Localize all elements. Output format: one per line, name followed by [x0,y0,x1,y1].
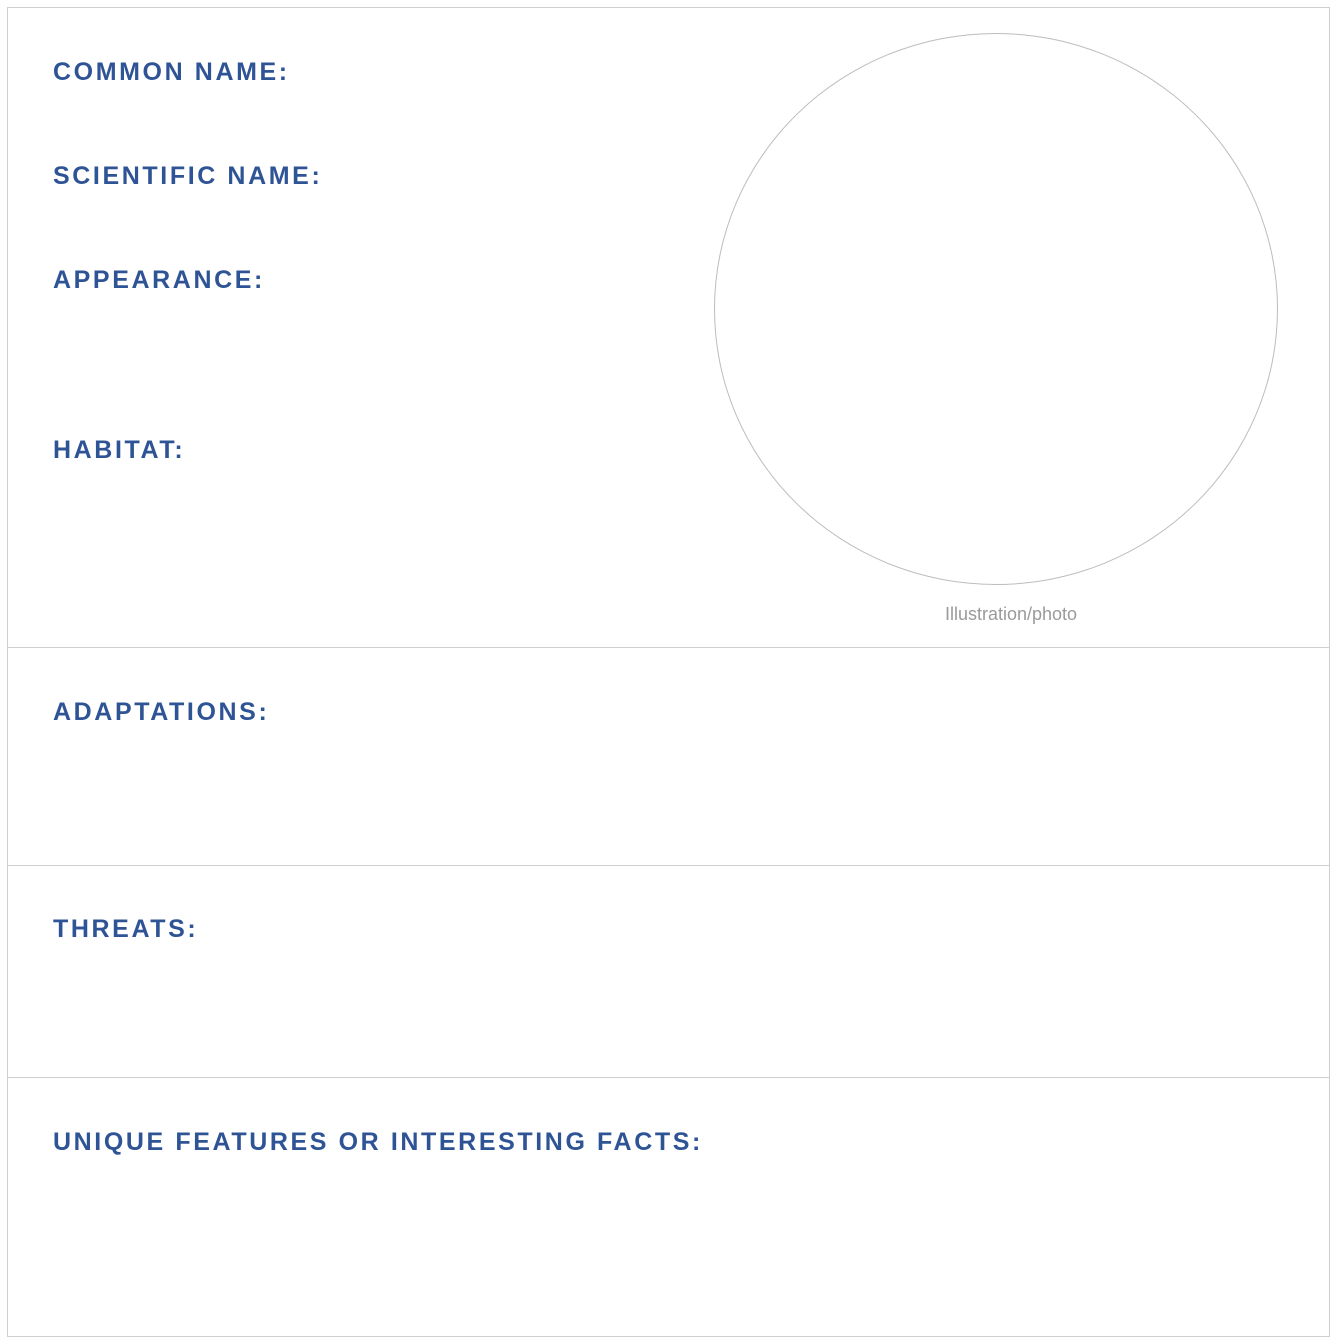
adaptations-label: ADAPTATIONS: [53,698,270,726]
habitat-label: HABITAT: [53,436,186,464]
unique-features-label: UNIQUE FEATURES OR INTERESTING FACTS: [53,1128,703,1156]
section-divider [8,1077,1329,1078]
photo-placeholder-circle[interactable] [714,33,1278,585]
common-name-label: COMMON NAME: [53,58,290,86]
scientific-name-label: SCIENTIFIC NAME: [53,162,323,190]
section-divider [8,647,1329,648]
photo-caption: Illustration/photo [944,604,1078,624]
threats-label: THREATS: [53,915,199,943]
section-divider [8,865,1329,866]
species-profile-sheet: COMMON NAME: SCIENTIFIC NAME: APPEARANCE… [7,7,1330,1337]
appearance-label: APPEARANCE: [53,266,265,294]
